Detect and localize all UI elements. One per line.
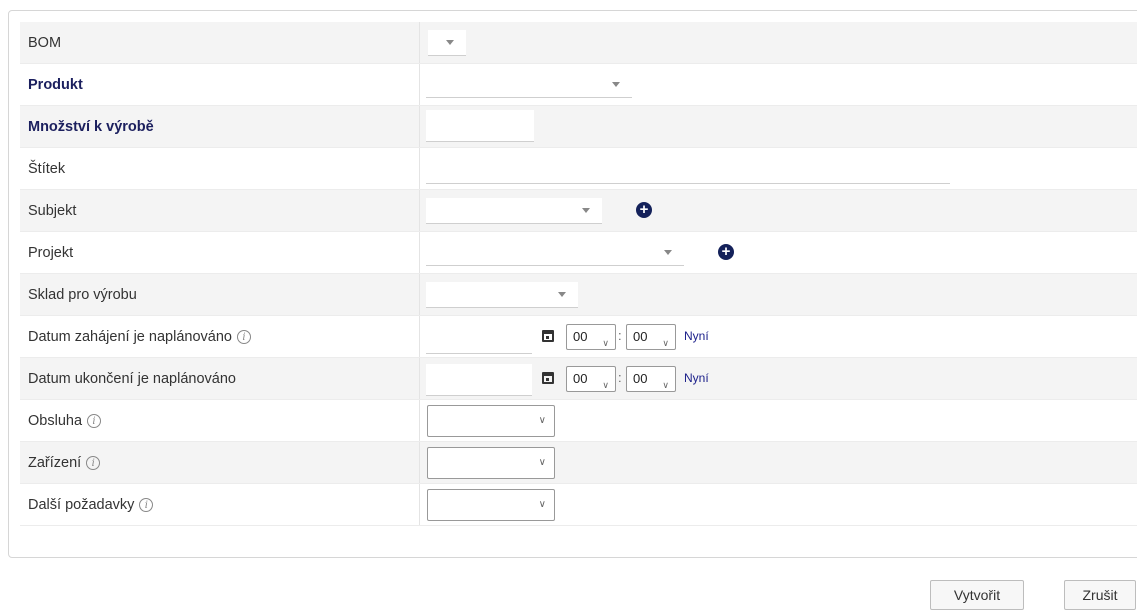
- project-label: Projekt: [20, 232, 420, 273]
- info-icon[interactable]: i: [139, 497, 154, 512]
- quantity-label: Množství k výrobě: [20, 106, 420, 147]
- row-quantity: Množství k výrobě: [20, 106, 1137, 148]
- caret-down-icon: [582, 208, 590, 213]
- start-date-label-cell: Datum zahájení je naplánováno i: [20, 316, 420, 357]
- bom-select[interactable]: [428, 30, 466, 56]
- start-hour-select[interactable]: 00 ∨: [566, 324, 616, 350]
- start-date-label: Datum zahájení je naplánováno: [28, 328, 232, 345]
- info-icon[interactable]: i: [86, 455, 101, 470]
- end-hour-value: 00: [573, 371, 588, 386]
- project-select[interactable]: [426, 240, 684, 266]
- operator-label-cell: Obsluha i: [20, 400, 420, 441]
- other-requirements-select[interactable]: ∨: [427, 489, 555, 521]
- row-bom: BOM: [20, 22, 1137, 64]
- row-operator: Obsluha i ∨: [20, 400, 1137, 442]
- other-requirements-label: Další požadavky: [28, 496, 135, 513]
- caret-down-icon: [664, 250, 672, 255]
- subject-label: Subjekt: [20, 190, 420, 231]
- row-product: Produkt: [20, 64, 1137, 106]
- end-minute-value: 00: [633, 371, 648, 386]
- row-project: Projekt +: [20, 232, 1137, 274]
- row-warehouse: Sklad pro výrobu: [20, 274, 1137, 316]
- caret-down-icon: [446, 40, 454, 45]
- row-other-requirements: Další požadavky i ∨: [20, 484, 1137, 526]
- chevron-down-icon: ∨: [662, 380, 669, 390]
- calendar-icon[interactable]: [542, 372, 554, 384]
- start-now-link[interactable]: Nyní: [684, 329, 709, 343]
- chevron-down-icon: ∨: [538, 499, 546, 510]
- row-end-date: Datum ukončení je naplánováno 00 ∨ : 00 …: [20, 358, 1137, 400]
- cancel-button[interactable]: Zrušit: [1064, 580, 1136, 610]
- other-requirements-label-cell: Další požadavky i: [20, 484, 420, 525]
- add-subject-icon[interactable]: +: [636, 202, 652, 218]
- chevron-down-icon: ∨: [662, 338, 669, 348]
- subject-select[interactable]: [426, 198, 602, 224]
- caret-down-icon: [558, 292, 566, 297]
- row-equipment: Zařízení i ∨: [20, 442, 1137, 484]
- operator-label: Obsluha: [28, 412, 83, 429]
- end-date-label-cell: Datum ukončení je naplánováno: [20, 358, 420, 399]
- quantity-input[interactable]: [426, 110, 534, 142]
- start-minute-value: 00: [633, 329, 648, 344]
- chevron-down-icon: ∨: [538, 457, 546, 468]
- production-order-form: BOM Produkt Množství k výrobě Štítek Sub…: [20, 22, 1137, 526]
- chevron-down-icon: ∨: [538, 415, 546, 426]
- equipment-label-cell: Zařízení i: [20, 442, 420, 483]
- time-separator: :: [618, 370, 622, 385]
- end-minute-select[interactable]: 00 ∨: [626, 366, 676, 392]
- bom-label: BOM: [20, 22, 420, 63]
- end-hour-select[interactable]: 00 ∨: [566, 366, 616, 392]
- label-label: Štítek: [20, 148, 420, 189]
- end-now-link[interactable]: Nyní: [684, 371, 709, 385]
- create-button[interactable]: Vytvořit: [930, 580, 1024, 610]
- calendar-icon[interactable]: [542, 330, 554, 342]
- product-label: Produkt: [20, 64, 420, 105]
- label-input[interactable]: [426, 152, 950, 184]
- end-date-input[interactable]: [426, 364, 532, 396]
- product-select[interactable]: [426, 72, 632, 98]
- row-subject: Subjekt +: [20, 190, 1137, 232]
- start-hour-value: 00: [573, 329, 588, 344]
- end-date-label: Datum ukončení je naplánováno: [28, 370, 236, 387]
- start-minute-select[interactable]: 00 ∨: [626, 324, 676, 350]
- operator-select[interactable]: ∨: [427, 405, 555, 437]
- warehouse-select[interactable]: [426, 282, 578, 308]
- row-label: Štítek: [20, 148, 1137, 190]
- info-icon[interactable]: i: [236, 329, 251, 344]
- time-separator: :: [618, 328, 622, 343]
- row-start-date: Datum zahájení je naplánováno i 00 ∨ : 0…: [20, 316, 1137, 358]
- equipment-select[interactable]: ∨: [427, 447, 555, 479]
- chevron-down-icon: ∨: [602, 338, 609, 348]
- warehouse-label: Sklad pro výrobu: [20, 274, 420, 315]
- info-icon[interactable]: i: [87, 413, 102, 428]
- equipment-label: Zařízení: [28, 454, 82, 471]
- chevron-down-icon: ∨: [602, 380, 609, 390]
- add-project-icon[interactable]: +: [718, 244, 734, 260]
- start-date-input[interactable]: [426, 322, 532, 354]
- caret-down-icon: [612, 82, 620, 87]
